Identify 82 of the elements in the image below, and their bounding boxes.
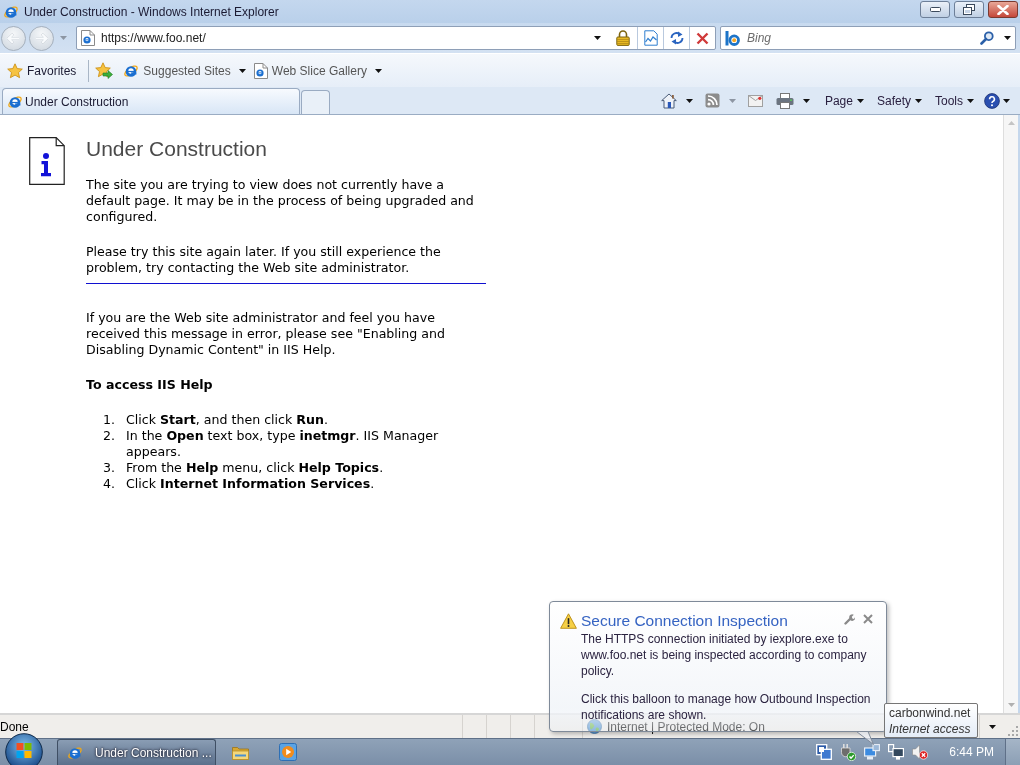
paragraph: The site you are trying to view does not currently have a default page. It may be in the process of being upgraded and configured. [86,177,475,225]
star-icon [7,62,23,79]
speaker-muted-icon[interactable] [912,744,929,760]
tooltip-status: Internet access [889,721,972,737]
paragraph: Please try this site again later. If you still experience the problem, try contacting the Web site administrator. [86,244,442,276]
minimize-icon [929,7,941,12]
menu-button[interactable]: Tools [932,89,977,112]
list-item-text: From the Help menu, click Help Topics. [126,460,385,476]
status-text: Done [0,719,30,734]
menu-button[interactable]: Page [821,89,867,112]
info-document-icon [29,137,65,185]
section-heading: To access IIS Help [86,377,214,393]
lock-icon[interactable] [616,30,630,46]
balloon-title: Secure Connection Inspection [581,612,789,630]
caret-icon [915,98,922,103]
page-zigzag-icon[interactable] [643,30,658,46]
restore-button[interactable] [954,1,984,18]
list-item-text: Click Internet Information Services. [126,476,376,492]
wrench-icon[interactable] [844,613,855,625]
browser-icon [67,744,83,761]
caret-icon [238,68,246,73]
caret-icon [967,98,974,103]
resize-grip-icon[interactable] [1008,726,1018,736]
tooltip-host: carbonwind.net [889,705,972,721]
printer-icon[interactable] [775,92,794,109]
favorites-link[interactable]: Web Slice Gallery [251,59,384,82]
caret-icon[interactable] [1004,36,1011,40]
folder-icon[interactable] [232,744,249,760]
menu-button[interactable]: Safety [873,89,925,112]
list-item-text: Click Start, and then click Run. [126,412,329,428]
caret-icon[interactable] [802,98,810,103]
left-arrow-icon [7,32,20,44]
b-logo-icon [725,30,741,46]
caret-icon [856,98,864,103]
caret-icon [374,68,382,73]
list-item-text: In the Open text box, type inetmgr. IIS Manager appears. [126,428,440,460]
show-desktop-button[interactable] [1005,739,1020,765]
close-icon[interactable] [863,614,873,624]
right-arrow-icon [35,32,48,44]
close-icon [997,4,1009,15]
monitor-icon[interactable] [888,744,905,760]
list-number: 2. [103,428,117,445]
caret-icon[interactable] [989,724,996,729]
favorites-link[interactable]: Suggested Sites [121,59,248,82]
refresh-icon[interactable] [668,30,685,46]
minimize-button[interactable] [920,1,950,18]
list-number: 4. [103,476,117,492]
page-icon [81,30,95,46]
notification-balloon[interactable] [549,601,887,732]
two-monitors-icon[interactable] [864,744,881,760]
help-icon[interactable] [984,92,1000,109]
browser-icon [7,93,23,110]
caret-icon[interactable] [594,36,601,40]
stop-icon[interactable] [696,31,709,45]
list-number: 3. [103,460,117,476]
search-field[interactable]: Bing [720,26,1016,50]
caret-icon[interactable] [685,98,693,103]
taskbar-button[interactable]: Under Construction ... [57,739,216,765]
list-number: 1. [103,412,117,428]
overlapping-squares-icon[interactable] [816,744,833,760]
browser-icon [123,62,140,79]
address-field[interactable]: https://www.foo.net/ [76,26,716,50]
plug-check-icon[interactable] [840,743,857,761]
star-arrow-icon[interactable] [95,62,114,79]
home-icon[interactable] [660,92,677,109]
browser-tab[interactable]: Under Construction [2,88,300,114]
balloon-text: The HTTPS connection initiated by iexplore.exe to www.foo.net is being inspected according to company policy. [581,631,868,679]
page-heading: Under Construction [86,137,268,161]
play-icon[interactable] [279,743,297,761]
restore-icon [963,4,975,15]
close-button[interactable] [988,1,1018,18]
search-icon[interactable] [980,31,994,45]
page-icon [253,62,268,79]
paragraph: If you are the Web site administrator and feel you have received this message in error, please see "Enabling and Disabling Dynamic Content" in IIS Help. [86,310,447,358]
warning-icon [560,613,577,629]
balloon-text: Click this balloon to manage how Outbound Inspection notifications are shown. [581,691,872,722]
favorites-button[interactable]: Favorites [5,59,79,82]
start-orb-icon[interactable] [5,733,43,765]
browser-icon [3,3,19,20]
caret-icon[interactable] [1003,98,1010,103]
window-title: Under Construction - Windows Internet Explorer [24,4,280,19]
envelope-icon[interactable] [747,94,763,107]
